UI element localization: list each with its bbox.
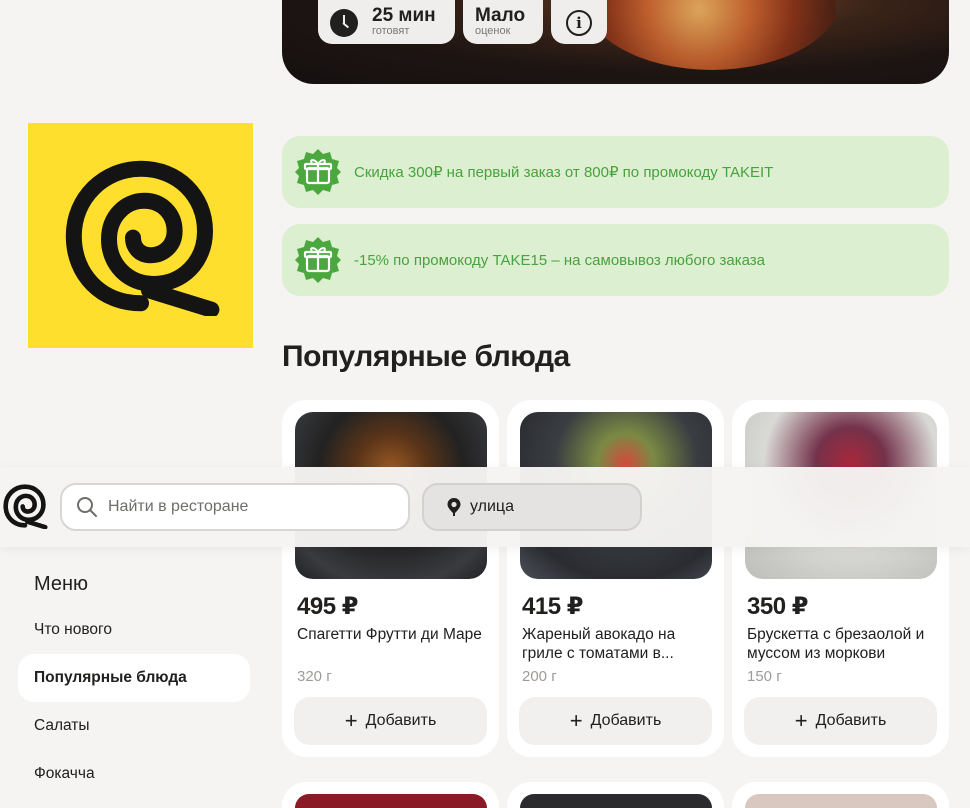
dish-price: 350 ₽ (747, 593, 808, 620)
add-button-label: Добавить (815, 712, 887, 729)
dish-card[interactable] (732, 782, 949, 808)
add-to-cart-button[interactable]: + Добавить (744, 697, 937, 745)
plus-icon: + (344, 708, 358, 733)
spiral-logo-icon[interactable] (2, 483, 48, 529)
add-to-cart-button[interactable]: + Добавить (519, 697, 712, 745)
menu-item-label: Популярные блюда (34, 669, 187, 686)
delivery-time-caption: готовят (372, 24, 410, 37)
add-button-label: Добавить (590, 712, 662, 729)
dish-photo (745, 794, 937, 808)
promo-banner[interactable]: -15% по промокоду TAKE15 – на самовывоз … (282, 224, 949, 296)
rating-caption: оценок (475, 24, 511, 37)
search-icon (77, 497, 97, 517)
dish-photo (520, 794, 712, 808)
menu-item-focaccia[interactable]: Фокачча (18, 750, 250, 798)
promo-text: -15% по промокоду TAKE15 – на самовывоз … (354, 251, 766, 269)
address-value: улица (470, 498, 514, 515)
dish-weight: 200 г (522, 668, 557, 685)
delivery-time-value: 25 мин (372, 4, 436, 26)
menu-item-whats-new[interactable]: Что нового (18, 606, 250, 654)
pizza-photo (582, 0, 842, 70)
sticky-search-bar: Найти в ресторане улица (0, 467, 970, 547)
restaurant-logo (28, 123, 253, 348)
gift-icon (295, 237, 341, 283)
gift-icon (295, 149, 341, 195)
location-pin-icon (447, 498, 461, 516)
dish-card[interactable]: 495 ₽ Спагетти Фрутти ди Маре 320 г + До… (282, 400, 499, 757)
promo-text: Скидка 300₽ на первый заказ от 800₽ по п… (354, 164, 774, 181)
add-to-cart-button[interactable]: + Добавить (294, 697, 487, 745)
spiral-logo-icon (65, 160, 219, 316)
info-icon: i (566, 10, 592, 36)
rating-chip[interactable]: Мало оценок (463, 0, 543, 44)
dish-price: 495 ₽ (297, 593, 358, 620)
dish-price: 415 ₽ (522, 593, 583, 620)
info-button[interactable]: i (551, 0, 607, 44)
search-placeholder: Найти в ресторане (108, 498, 249, 515)
dish-card[interactable]: 415 ₽ Жареный авокадо на гриле с томатам… (507, 400, 724, 757)
plus-icon: + (794, 708, 808, 733)
plus-icon: + (569, 708, 583, 733)
dish-photo (295, 794, 487, 808)
delivery-time-chip[interactable]: 25 мин готовят (318, 0, 455, 44)
section-title: Популярные блюда (282, 340, 570, 373)
dish-card[interactable]: 350 ₽ Брускетта с брезаолой и муссом из … (732, 400, 949, 757)
add-button-label: Добавить (365, 712, 437, 729)
search-input[interactable]: Найти в ресторане (60, 483, 410, 531)
promo-banner[interactable]: Скидка 300₽ на первый заказ от 800₽ по п… (282, 136, 949, 208)
clock-icon (330, 9, 358, 37)
rating-value: Мало (475, 4, 526, 26)
dish-card[interactable] (507, 782, 724, 808)
menu-item-label: Салаты (34, 717, 90, 734)
menu-item-popular[interactable]: Популярные блюда (18, 654, 250, 702)
menu-item-salads[interactable]: Салаты (18, 702, 250, 750)
dish-name: Жареный авокадо на гриле с томатами в... (522, 626, 676, 662)
dish-weight: 320 г (297, 668, 332, 685)
dish-card[interactable] (282, 782, 499, 808)
dish-name: Спагетти Фрутти ди Маре (297, 626, 482, 643)
dish-name: Брускетта с брезаолой и муссом из морков… (747, 626, 925, 662)
menu-item-label: Фокачча (34, 765, 95, 782)
address-selector[interactable]: улица (422, 483, 642, 531)
menu-item-label: Что нового (34, 621, 112, 638)
menu-title: Меню (34, 573, 89, 595)
dish-weight: 150 г (747, 668, 782, 685)
